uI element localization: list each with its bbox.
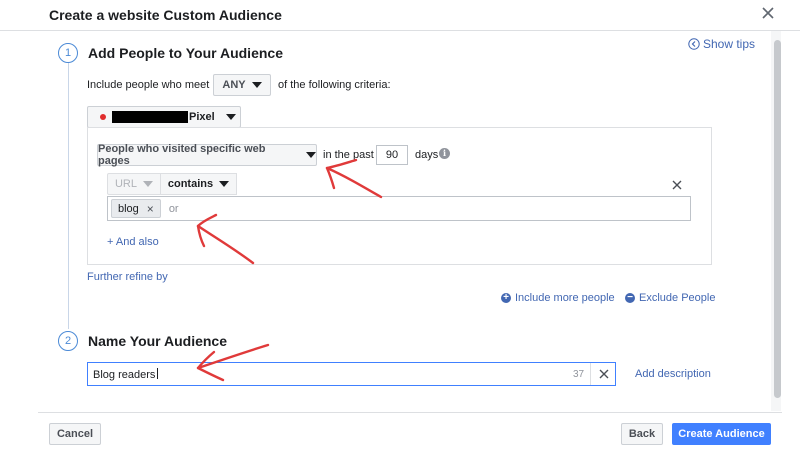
dialog-header: Create a website Custom Audience	[0, 0, 800, 31]
minus-circle-icon: −	[625, 293, 635, 303]
pixel-status-dot	[100, 114, 106, 120]
dialog-footer	[38, 412, 782, 456]
caret-down-icon	[251, 82, 262, 88]
caret-down-icon	[306, 152, 316, 158]
url-keywords-input[interactable]: blog × or	[107, 196, 691, 221]
remove-rule-close-icon[interactable]	[672, 180, 682, 190]
retention-days-input[interactable]: 90	[376, 145, 408, 165]
url-field-dropdown[interactable]: URL	[107, 173, 161, 195]
create-audience-button[interactable]: Create Audience	[672, 423, 771, 445]
close-icon	[599, 369, 609, 379]
match-any-label: ANY	[222, 79, 246, 91]
step-1-indicator: 1	[58, 43, 78, 63]
and-also-link[interactable]: + And also	[107, 236, 159, 248]
back-button[interactable]: Back	[621, 423, 663, 445]
event-type-dropdown[interactable]: People who visited specific web pages	[97, 143, 317, 167]
url-condition-group: URL contains	[107, 173, 237, 195]
remove-token-icon[interactable]: ×	[147, 202, 154, 216]
pixel-selector-dropdown[interactable]: Pixel	[87, 106, 241, 128]
pixel-label: Pixel	[189, 111, 215, 123]
section-title-name-audience: Name Your Audience	[88, 333, 228, 349]
caret-down-icon	[143, 181, 153, 187]
keyword-token: blog ×	[111, 199, 161, 218]
in-the-past-text: in the past	[323, 149, 374, 161]
operator-label: contains	[167, 178, 214, 190]
include-more-label: Include more people	[515, 292, 615, 304]
show-tips-link[interactable]: Show tips	[688, 37, 755, 51]
dialog-title: Create a website Custom Audience	[49, 7, 282, 23]
clear-name-button[interactable]	[590, 363, 615, 385]
include-suffix-text: of the following criteria:	[278, 79, 391, 91]
url-field-label: URL	[114, 178, 137, 190]
further-refine-link[interactable]: Further refine by	[87, 271, 168, 283]
step-connector-line	[68, 63, 69, 329]
event-type-label: People who visited specific web pages	[98, 143, 266, 167]
chevron-left-circle-icon	[688, 38, 700, 50]
exclude-people-link[interactable]: − Exclude People	[625, 292, 715, 304]
operator-dropdown[interactable]: contains	[161, 173, 237, 195]
custom-audience-dialog: Create a website Custom Audience 1 Add P…	[0, 0, 800, 456]
include-more-people-link[interactable]: + Include more people	[501, 292, 615, 304]
scrollbar-thumb[interactable]	[774, 40, 781, 398]
info-icon[interactable]: i	[439, 148, 450, 159]
caret-down-icon	[225, 114, 236, 120]
days-label: days	[415, 149, 439, 161]
caret-down-icon	[219, 181, 230, 187]
step-2-indicator: 2	[58, 331, 78, 351]
show-tips-label: Show tips	[703, 37, 756, 51]
character-count: 37	[573, 369, 585, 380]
cancel-button[interactable]: Cancel	[49, 423, 101, 445]
add-description-link[interactable]: Add description	[635, 368, 711, 380]
plus-circle-icon: +	[501, 293, 511, 303]
audience-name-input[interactable]: Blog readers 37	[87, 362, 616, 386]
audience-name-text: Blog readers	[93, 368, 159, 381]
pixel-name-redacted	[112, 111, 188, 123]
section-title-add-people: Add People to Your Audience	[88, 45, 283, 61]
close-icon[interactable]	[760, 5, 776, 21]
keyword-token-label: blog	[118, 202, 139, 215]
match-any-dropdown[interactable]: ANY	[213, 74, 271, 96]
keyword-placeholder: or	[168, 202, 179, 215]
include-prefix-text: Include people who meet	[87, 79, 210, 91]
exclude-label: Exclude People	[639, 292, 716, 304]
